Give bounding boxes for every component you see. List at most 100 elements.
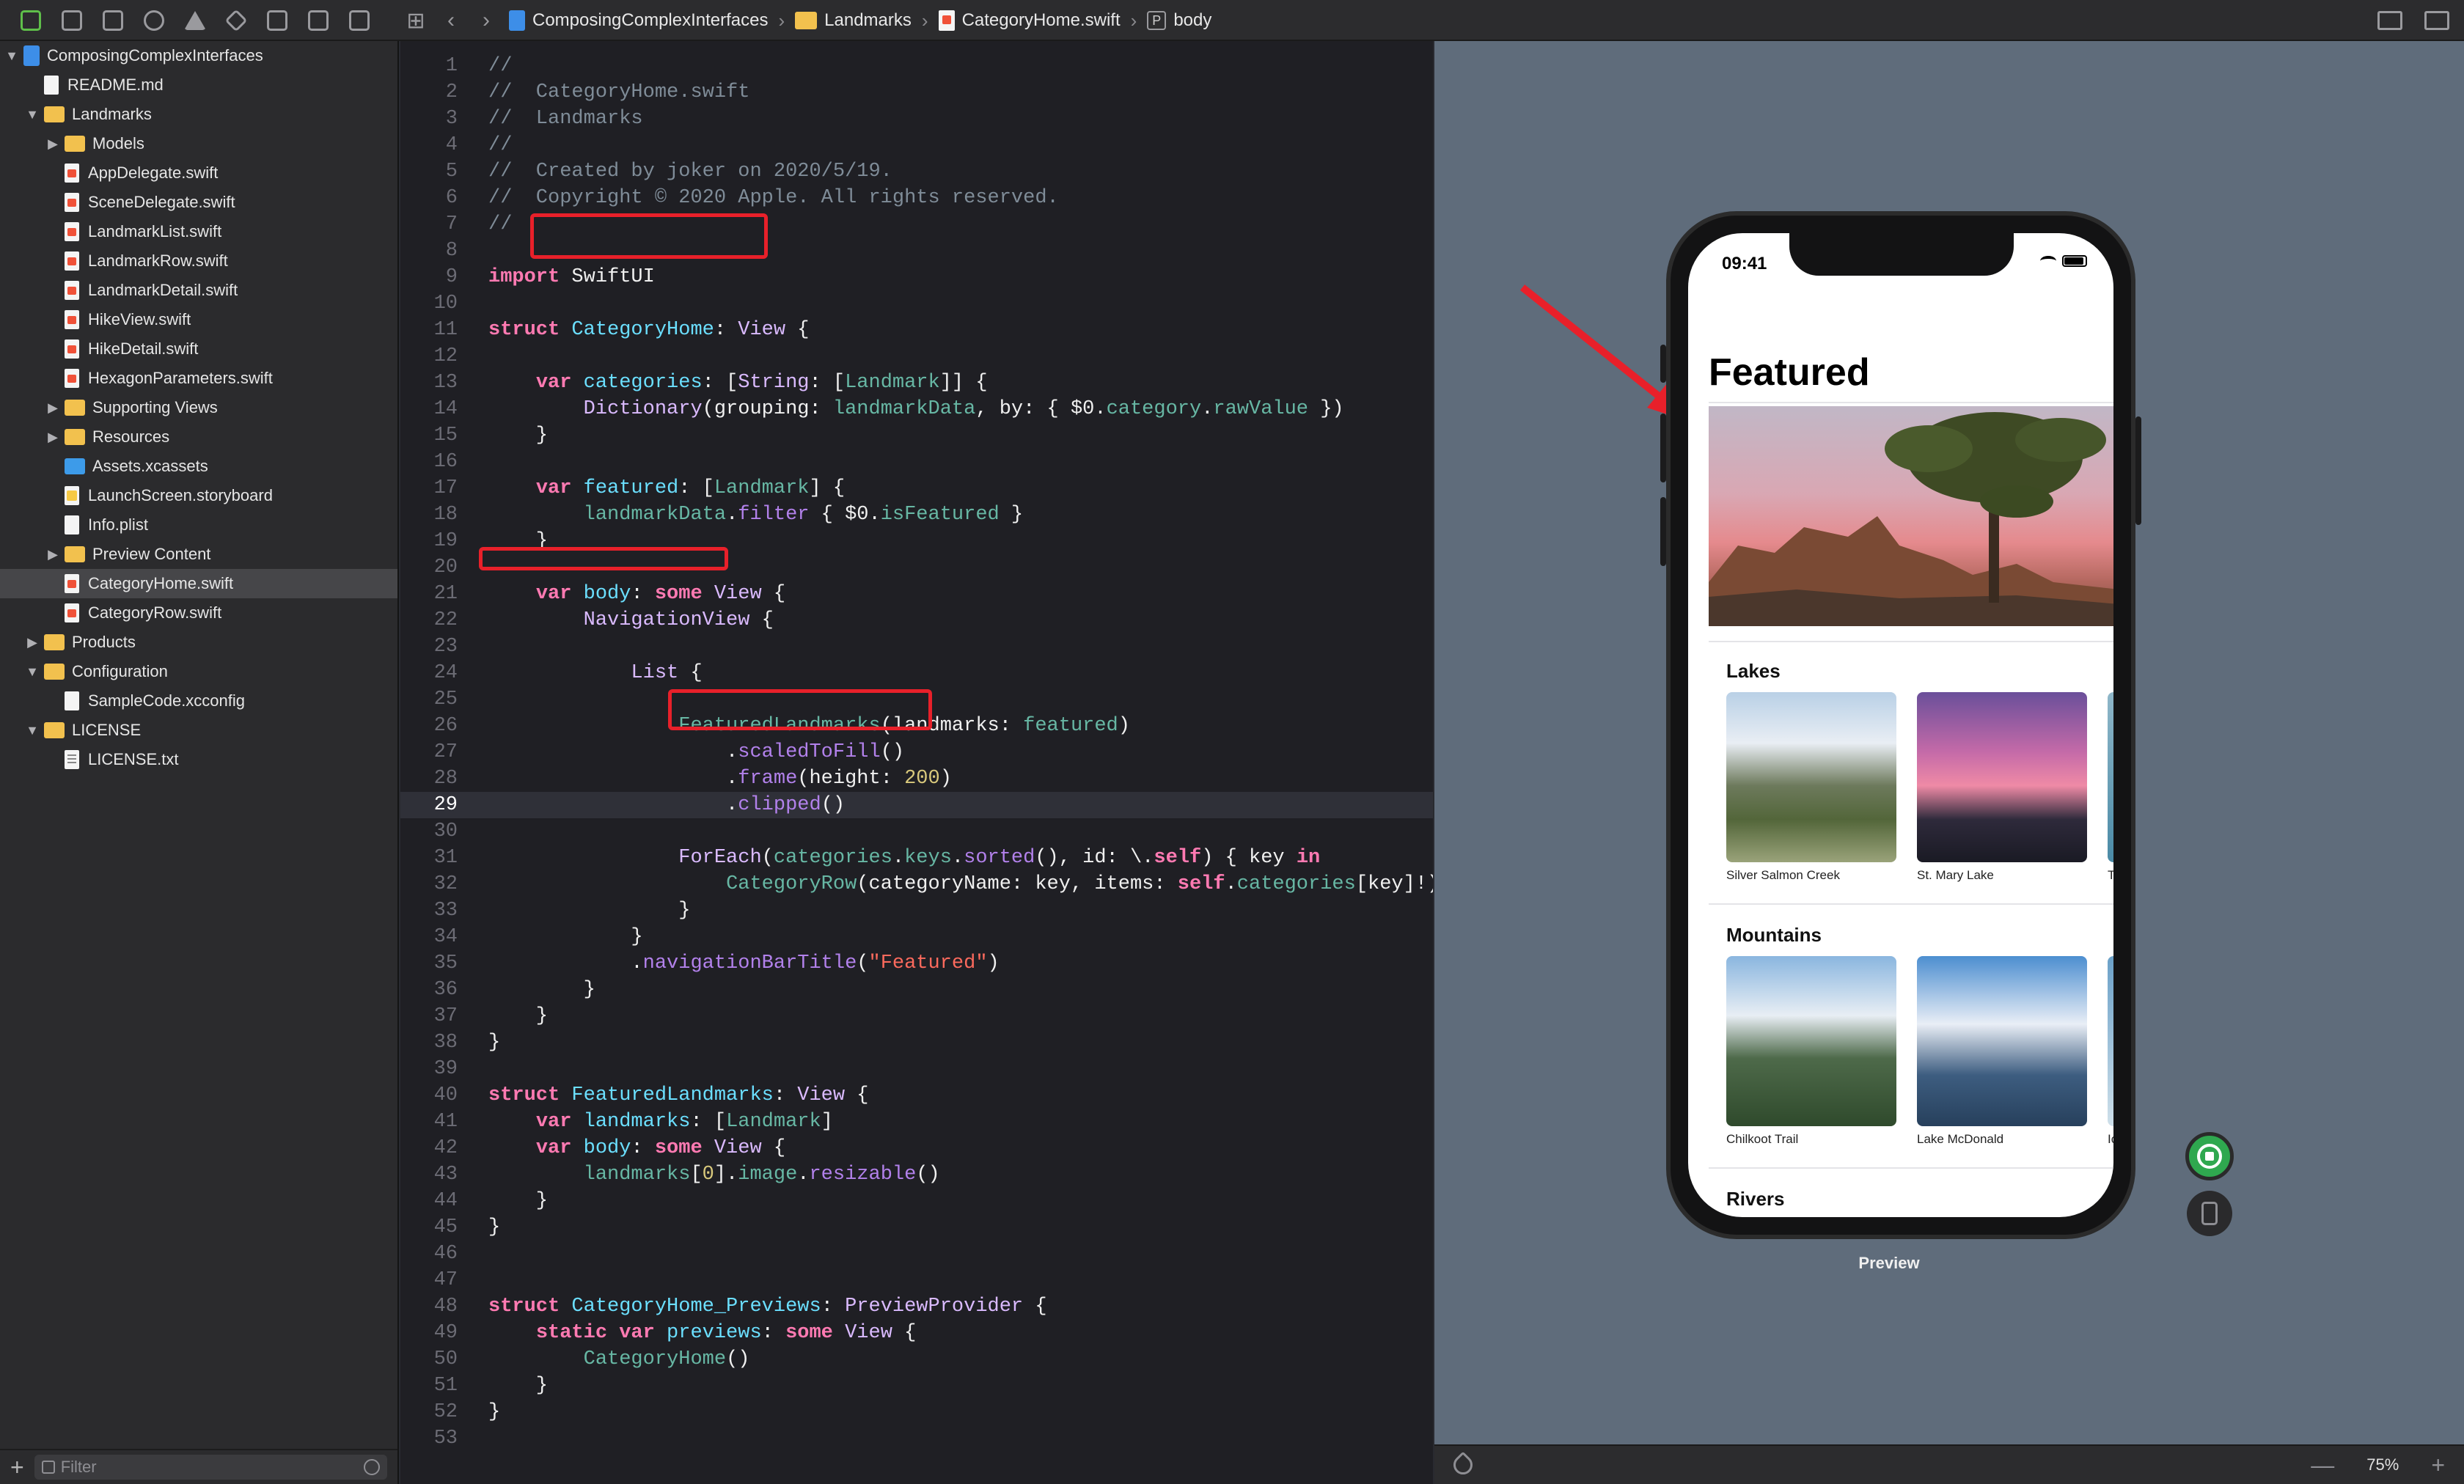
sidebar-item[interactable]: SampleCode.xcconfig xyxy=(0,686,397,716)
disclosure-triangle-icon[interactable]: ▶ xyxy=(45,430,60,445)
code-line[interactable]: 15 } xyxy=(400,422,1433,449)
add-editor-icon[interactable] xyxy=(2424,11,2449,30)
breakpoint-navigator-tab[interactable] xyxy=(298,0,339,41)
sidebar-item[interactable]: LandmarkList.swift xyxy=(0,217,397,246)
code-line[interactable]: 5 // Created by joker on 2020/5/19. xyxy=(400,158,1433,185)
disclosure-triangle-icon[interactable]: ▼ xyxy=(25,723,40,738)
code-line[interactable]: 51 } xyxy=(400,1373,1433,1399)
related-items-button[interactable]: ⊞ xyxy=(403,8,428,34)
preview-on-device-button[interactable] xyxy=(2187,1191,2232,1236)
zoom-out-button[interactable]: — xyxy=(2311,1452,2334,1479)
sidebar-item[interactable]: ▶ Supporting Views xyxy=(0,393,397,422)
code-line[interactable]: 31 ForEach(categories.keys.sorted(), id:… xyxy=(400,845,1433,871)
breadcrumb-file[interactable]: CategoryHome.swift xyxy=(938,10,1121,31)
code-line[interactable]: 22 NavigationView { xyxy=(400,607,1433,633)
code-line[interactable]: 36 } xyxy=(400,977,1433,1003)
add-file-button[interactable]: + xyxy=(10,1454,24,1481)
code-line[interactable]: 41 var landmarks: [Landmark] xyxy=(400,1109,1433,1135)
code-line[interactable]: 23 xyxy=(400,633,1433,660)
landmark-thumbnail[interactable] xyxy=(1917,956,2087,1126)
code-line[interactable]: 6 // Copyright © 2020 Apple. All rights r… xyxy=(400,185,1433,211)
code-line[interactable]: 16 xyxy=(400,449,1433,475)
code-line[interactable]: 3 // Landmarks xyxy=(400,106,1433,132)
code-line[interactable]: 52} xyxy=(400,1399,1433,1425)
code-line[interactable]: 37 } xyxy=(400,1003,1433,1029)
sidebar-item[interactable]: LandmarkRow.swift xyxy=(0,246,397,276)
source-control-navigator-tab[interactable] xyxy=(51,0,92,41)
disclosure-triangle-icon[interactable]: ▼ xyxy=(4,48,19,64)
sidebar-item[interactable]: SceneDelegate.swift xyxy=(0,188,397,217)
code-line[interactable]: 24 List { xyxy=(400,660,1433,686)
sidebar-item[interactable]: README.md xyxy=(0,70,397,100)
source-editor[interactable]: 1 // 2 // CategoryHome.swift 3 // Landmarks 4 /… xyxy=(400,41,1433,1484)
sidebar-item[interactable]: ▶ Models xyxy=(0,129,397,158)
disclosure-triangle-icon[interactable]: ▶ xyxy=(25,635,40,650)
code-line[interactable]: 43 landmarks[0].image.resizable() xyxy=(400,1161,1433,1188)
test-navigator-tab[interactable] xyxy=(216,0,257,41)
code-line[interactable]: 53 xyxy=(400,1425,1433,1452)
sidebar-item[interactable]: HikeView.swift xyxy=(0,305,397,334)
landmark-thumbnail[interactable] xyxy=(1726,692,1896,862)
code-line[interactable]: 47 xyxy=(400,1267,1433,1293)
code-line[interactable]: 44 } xyxy=(400,1188,1433,1214)
code-line[interactable]: 50 CategoryHome() xyxy=(400,1346,1433,1373)
sidebar-item[interactable]: CategoryHome.swift xyxy=(0,569,397,598)
editor-options-icon[interactable] xyxy=(2377,11,2402,30)
sidebar-item[interactable]: ▶ Resources xyxy=(0,422,397,452)
disclosure-triangle-icon[interactable]: ▶ xyxy=(45,400,60,416)
code-line[interactable]: 1 // xyxy=(400,53,1433,79)
disclosure-triangle-icon[interactable]: ▶ xyxy=(45,547,60,562)
code-line[interactable]: 17 var featured: [Landmark] { xyxy=(400,475,1433,502)
filter-input[interactable]: Filter xyxy=(34,1455,387,1480)
code-line[interactable]: 32 CategoryRow(categoryName: key, items:… xyxy=(400,871,1433,897)
disclosure-triangle-icon[interactable]: ▶ xyxy=(45,136,60,152)
sidebar-item[interactable]: ▼ Configuration xyxy=(0,657,397,686)
report-navigator-tab[interactable] xyxy=(339,0,380,41)
issue-navigator-tab[interactable] xyxy=(175,0,216,41)
sidebar-item[interactable]: CategoryRow.swift xyxy=(0,598,397,628)
sidebar-item[interactable]: Info.plist xyxy=(0,510,397,540)
code-line[interactable]: 30 xyxy=(400,818,1433,845)
breadcrumb-project[interactable]: ComposingComplexInterfaces xyxy=(509,10,768,31)
code-line[interactable]: 48 struct CategoryHome_Previews: PreviewP… xyxy=(400,1293,1433,1320)
code-line[interactable]: 35 .navigationBarTitle("Featured") xyxy=(400,950,1433,977)
landmark-thumbnail[interactable] xyxy=(2108,956,2113,1126)
code-line[interactable]: 40 struct FeaturedLandmarks: View { xyxy=(400,1082,1433,1109)
code-line[interactable]: 46 xyxy=(400,1241,1433,1267)
code-line[interactable]: 10 xyxy=(400,290,1433,317)
sidebar-item[interactable]: LaunchScreen.storyboard xyxy=(0,481,397,510)
sidebar-item[interactable]: AppDelegate.swift xyxy=(0,158,397,188)
sidebar-item[interactable]: LandmarkDetail.swift xyxy=(0,276,397,305)
sidebar-item[interactable]: ▼ Landmarks xyxy=(0,100,397,129)
code-line[interactable]: 34 } xyxy=(400,924,1433,950)
sidebar-item[interactable]: HexagonParameters.swift xyxy=(0,364,397,393)
code-line[interactable]: 28 .frame(height: 200) xyxy=(400,765,1433,792)
code-line[interactable]: 11 struct CategoryHome: View { xyxy=(400,317,1433,343)
code-line[interactable]: 27 .scaledToFill() xyxy=(400,739,1433,765)
code-line[interactable]: 12 xyxy=(400,343,1433,370)
breadcrumb-group[interactable]: Landmarks xyxy=(795,10,912,31)
sidebar-item[interactable]: HikeDetail.swift xyxy=(0,334,397,364)
code-line[interactable]: 39 xyxy=(400,1056,1433,1082)
code-line[interactable]: 14 Dictionary(grouping: landmarkData, by… xyxy=(400,396,1433,422)
landmark-thumbnail[interactable] xyxy=(1726,956,1896,1126)
code-line[interactable]: 18 landmarkData.filter { $0.isFeatured } xyxy=(400,502,1433,528)
forward-button[interactable]: › xyxy=(474,8,499,33)
symbol-navigator-tab[interactable] xyxy=(92,0,133,41)
sidebar-item[interactable]: ▼ ComposingComplexInterfaces xyxy=(0,41,397,70)
device-screen[interactable]: 09:41 Featured Lakes Silver Salmon Creek… xyxy=(1688,233,2113,1217)
code-line[interactable]: 33 } xyxy=(400,897,1433,924)
code-line[interactable]: 38} xyxy=(400,1029,1433,1056)
zoom-level[interactable]: 75% xyxy=(2366,1455,2399,1474)
sidebar-item[interactable]: Assets.xcassets xyxy=(0,452,397,481)
back-button[interactable]: ‹ xyxy=(439,8,463,33)
featured-landmark-image[interactable] xyxy=(1709,406,2113,626)
code-line[interactable]: 13 var categories: [String: [Landmark]] … xyxy=(400,370,1433,396)
code-line[interactable]: 29 .clipped() xyxy=(400,792,1433,818)
disclosure-triangle-icon[interactable]: ▼ xyxy=(25,107,40,122)
landmark-thumbnail[interactable] xyxy=(1917,692,2087,862)
find-navigator-tab[interactable] xyxy=(133,0,175,41)
code-line[interactable]: 9 import SwiftUI xyxy=(400,264,1433,290)
disclosure-triangle-icon[interactable]: ▼ xyxy=(25,664,40,680)
landmark-thumbnail[interactable] xyxy=(2108,692,2113,862)
